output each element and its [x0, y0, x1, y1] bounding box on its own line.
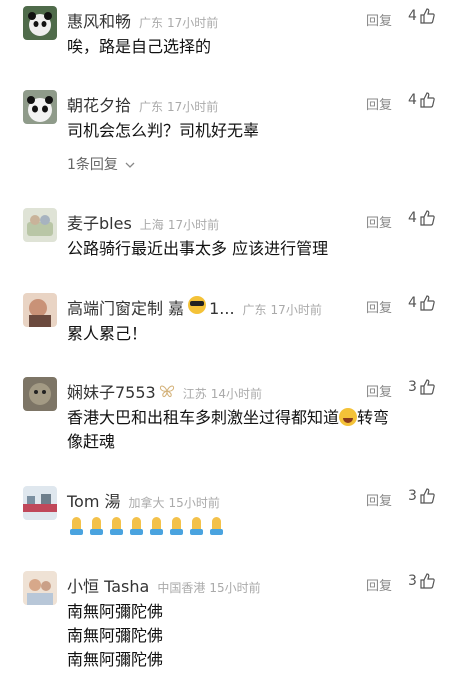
thumbs-up-icon [420, 379, 435, 395]
reply-button[interactable]: 回复 [366, 297, 392, 316]
comment-text-part: 香港大巴和出租车多刺激坐过得都知道 [67, 408, 340, 427]
user-name[interactable]: 小恒 Tasha [67, 573, 149, 597]
thumbs-up-icon [420, 573, 435, 589]
thumbs-up-icon [420, 210, 435, 226]
user-name[interactable]: 麦子bles [67, 210, 132, 234]
like-button[interactable]: 3 [408, 488, 435, 504]
laughing-face-emoji [339, 408, 358, 426]
location: 中国香港 [157, 581, 206, 595]
thumbs-up-icon [420, 8, 435, 24]
location: 江苏 [182, 387, 207, 401]
reply-button[interactable]: 回复 [366, 381, 392, 400]
praying-hands-emoji [167, 516, 186, 536]
timestamp: 15小时前 [209, 581, 261, 595]
praying-hands-emoji [67, 516, 86, 536]
like-count: 4 [408, 210, 417, 226]
praying-hands-emoji [207, 516, 226, 536]
comment-text: 公路骑行最近出事太多 应该进行管理 [67, 239, 329, 258]
user-name-suffix: 1... [209, 299, 235, 318]
comment-line: 南無阿彌陀佛 [67, 602, 164, 621]
view-replies-button[interactable]: 1条回复 [67, 154, 135, 174]
like-count: 3 [408, 488, 417, 504]
like-count: 4 [408, 8, 417, 24]
reply-button[interactable]: 回复 [366, 490, 392, 509]
praying-hands-emoji [147, 516, 166, 536]
user-name[interactable]: 高端门窗定制 嘉 [67, 295, 184, 319]
timestamp: 17小时前 [270, 303, 322, 317]
reply-button[interactable]: 回复 [366, 94, 392, 113]
praying-hands-emoji [107, 516, 126, 536]
timestamp: 14小时前 [210, 387, 263, 401]
reply-button[interactable]: 回复 [366, 575, 392, 594]
like-button[interactable]: 4 [408, 8, 435, 24]
comment-text: 香港大巴和出租车多刺激坐过得都知道 转弯 像赶魂 [67, 406, 437, 454]
thumbs-up-icon [420, 488, 435, 504]
user-name[interactable]: 朝花夕拾 [67, 92, 131, 116]
reply-count: 1条回复 [67, 157, 118, 173]
location: 广东 [242, 303, 267, 317]
avatar[interactable] [23, 208, 57, 242]
chevron-down-icon [125, 162, 135, 168]
comment-text-part: 转弯 [357, 408, 390, 427]
user-name[interactable]: Tom 湯 [67, 488, 121, 512]
like-button[interactable]: 3 [408, 573, 435, 589]
timestamp: 17小时前 [167, 16, 219, 30]
comment-text [67, 515, 227, 539]
praying-hands-emoji [187, 516, 206, 536]
reply-button[interactable]: 回复 [366, 10, 392, 29]
reply-button[interactable]: 回复 [366, 212, 392, 231]
like-button[interactable]: 4 [408, 92, 435, 108]
comment-line: 南無阿彌陀佛 [67, 650, 164, 669]
avatar[interactable] [23, 377, 57, 411]
comment-text: 南無阿彌陀佛 南無阿彌陀佛 南無阿彌陀佛 [67, 600, 163, 672]
user-name[interactable]: 惠风和畅 [67, 8, 131, 32]
location: 加拿大 [128, 496, 165, 510]
location: 广东 [139, 16, 164, 30]
like-button[interactable]: 4 [408, 210, 435, 226]
comment-text-part: 像赶魂 [67, 432, 116, 451]
like-count: 3 [408, 379, 417, 395]
avatar[interactable] [23, 6, 57, 40]
thumbs-up-icon [420, 92, 435, 108]
like-count: 4 [408, 92, 417, 108]
comment-text: 唉，路是自己选择的 [67, 37, 212, 56]
praying-hands-emoji [87, 516, 106, 536]
like-button[interactable]: 3 [408, 379, 435, 395]
avatar[interactable] [23, 571, 57, 605]
location: 上海 [139, 218, 164, 232]
praying-hands-emoji [127, 516, 146, 536]
avatar[interactable] [23, 90, 57, 124]
like-count: 4 [408, 295, 417, 311]
like-count: 3 [408, 573, 417, 589]
location: 广东 [139, 100, 164, 114]
avatar[interactable] [23, 293, 57, 327]
timestamp: 17小时前 [167, 218, 220, 232]
comment-list: 惠风和畅 广东 17小时前 回复 4 唉，路是自己选择的 朝花夕拾 广东 17小… [0, 0, 449, 688]
comment-line: 南無阿彌陀佛 [67, 626, 164, 645]
timestamp: 15小时前 [168, 496, 220, 510]
comment-text: 司机会怎么判？司机好无辜 [67, 121, 260, 140]
user-name[interactable]: 娴妹子7553 [67, 379, 156, 403]
avatar[interactable] [23, 486, 57, 520]
timestamp: 17小时前 [167, 100, 219, 114]
thumbs-up-icon [420, 295, 435, 311]
like-button[interactable]: 4 [408, 295, 435, 311]
comment-text: 累人累己！ [67, 324, 148, 343]
cool-face-emoji [188, 296, 207, 314]
butterfly-icon [159, 384, 175, 402]
